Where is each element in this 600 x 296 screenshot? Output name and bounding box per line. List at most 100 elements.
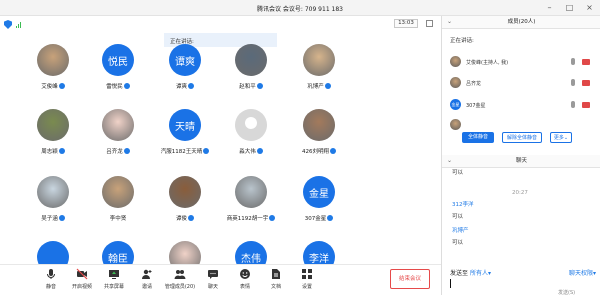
member-row[interactable]: 艾俊峰(主持人, 我) [447, 56, 597, 70]
close-icon[interactable]: × [585, 3, 594, 12]
participant-name: 李中贤 [109, 216, 127, 222]
members-speaking-label: 正在讲话: [450, 38, 474, 44]
maximize-icon[interactable]: □ [565, 3, 574, 12]
toolbar-button-label: 聊天 [207, 284, 218, 290]
toolbar-button[interactable]: 共享屏幕 [98, 268, 130, 294]
chat-permission-dropdown[interactable]: 聊天权限▾ [569, 268, 596, 277]
minimize-icon[interactable]: – [545, 3, 554, 12]
participant-tile[interactable]: 426刘明翔 [284, 109, 354, 167]
fullscreen-icon[interactable] [426, 20, 433, 27]
participant-avatar: 金星 [303, 176, 335, 208]
participant-avatar [37, 44, 69, 76]
participant-tile[interactable]: 金星 307金星 [284, 176, 354, 234]
participant-tile[interactable]: 吕齐龙 [83, 109, 153, 167]
participant-name: 汽服1182王天晴 [150, 147, 220, 155]
participant-tile[interactable]: 李洋 [284, 241, 354, 264]
microphone-icon [256, 83, 263, 89]
participant-name: 淼大伟 [216, 147, 286, 155]
participant-tile[interactable]: 李中贤 [83, 176, 153, 234]
toolbar-button[interactable]: 聊天 [197, 268, 229, 294]
toolbar-button[interactable]: 文档 [260, 268, 292, 294]
participant-avatar [303, 44, 335, 76]
participant-tile[interactable]: 杰伟 [216, 241, 286, 264]
chat-message: 可以 [452, 170, 464, 176]
chat-message: 可以 [452, 214, 464, 220]
send-to-select[interactable]: 所有人▾ [470, 270, 491, 277]
microphone-icon [330, 148, 336, 154]
member-camera-off-icon[interactable] [582, 80, 590, 86]
video-camera-icon [66, 268, 98, 280]
participant-tile[interactable] [150, 241, 220, 264]
microphone-icon [58, 148, 65, 154]
member-microphone-icon[interactable] [571, 79, 575, 86]
toolbar-button[interactable]: 表情 [229, 268, 261, 294]
participant-avatar [235, 176, 267, 208]
microphone-icon [123, 148, 130, 154]
participant-tile[interactable]: 巩博产 [284, 44, 354, 102]
member-microphone-icon[interactable] [571, 58, 575, 65]
participant-name: 吕齐龙 [83, 147, 153, 155]
settings-icon [291, 268, 323, 280]
member-name: 307金星 [466, 103, 486, 109]
toolbar-button[interactable]: 邀请 [131, 268, 163, 294]
participant-name: 艾俊峰 [18, 82, 88, 90]
meeting-toolbar: 静音 开启视频 共享屏幕 邀请 管理成员(20) 聊天 表情 文档 设置 结束会议 [0, 264, 441, 295]
end-meeting-button[interactable]: 结束会议 [390, 269, 430, 289]
participant-tile[interactable]: 淼大伟 [216, 109, 286, 167]
unmute-all-button[interactable]: 解除全体静音 [502, 132, 542, 143]
member-actions: 全体静音 解除全体静音 更多⌄ [442, 132, 600, 146]
participant-tile[interactable]: 谭俊 [150, 176, 220, 234]
participant-tile[interactable]: 艾俊峰 [18, 44, 88, 102]
toolbar-button[interactable]: 设置 [291, 268, 323, 294]
participant-tile[interactable] [18, 241, 88, 264]
toolbar-button[interactable]: 静音 [35, 268, 67, 294]
participant-tile[interactable]: 谭爽 谭爽 [150, 44, 220, 102]
window-title: 腾讯会议 会议号: 709 911 183 [256, 6, 343, 13]
participant-avatar [235, 109, 267, 141]
chat-icon [197, 268, 229, 280]
participant-tile[interactable]: 翰臣 [83, 241, 153, 264]
member-camera-off-icon[interactable] [582, 102, 590, 108]
toolbar-button[interactable]: 管理成员(20) [164, 268, 196, 294]
member-name: 吕齐龙 [466, 81, 482, 87]
member-avatar [450, 56, 461, 67]
share-screen-icon [98, 268, 130, 280]
participant-avatar [303, 109, 335, 141]
participant-name: 吴子涵 [18, 214, 88, 222]
collapse-chevron-icon[interactable]: ⌄ [447, 16, 452, 28]
member-name: 艾俊峰(主持人, 我) [466, 60, 509, 66]
participant-avatar: 翰臣 [102, 241, 134, 264]
security-shield-icon[interactable] [4, 20, 12, 29]
participant-name: 赵和平 [216, 82, 286, 90]
participant-tile[interactable]: 赵和平 [216, 44, 286, 102]
chat-timestamp: 20:27 [512, 190, 528, 196]
member-camera-off-icon[interactable] [582, 59, 590, 65]
member-avatar [450, 77, 461, 88]
text-caret [450, 279, 451, 288]
participant-name: 周志颖 [18, 147, 88, 155]
participant-tile[interactable]: 商英1192胡一宇 [216, 176, 286, 234]
member-row[interactable] [447, 119, 597, 133]
participant-avatar [37, 109, 69, 141]
chat-input[interactable] [448, 278, 598, 294]
toolbar-button-label: 管理成员(20) [164, 284, 196, 290]
participant-tile[interactable]: 吴子涵 [18, 176, 88, 234]
send-to-label: 发送至 [450, 270, 469, 277]
participant-name: 商英1192胡一宇 [216, 214, 286, 222]
member-row[interactable]: 吕齐龙 [447, 77, 597, 91]
collapse-chevron-icon[interactable]: ⌄ [447, 155, 452, 167]
more-button[interactable]: 更多⌄ [550, 132, 572, 143]
microphone-icon [188, 215, 194, 221]
member-row[interactable]: 金星 307金星 [447, 99, 597, 113]
meeting-area: 13:03 正在讲话: 艾俊峰 悦民 雷悦民 谭爽 谭爽 赵和平 巩博产 周志颖 吕齐龙 天晴 汽服… [0, 16, 441, 264]
signal-icon[interactable] [16, 21, 22, 28]
member-microphone-icon[interactable] [571, 101, 575, 108]
side-panel: ⌄ 成员(20人) 正在讲话: 艾俊峰(主持人, 我) 吕齐龙 金星 307金星 全体… [441, 16, 600, 296]
participant-tile[interactable]: 周志颖 [18, 109, 88, 167]
participant-tile[interactable]: 悦民 雷悦民 [83, 44, 153, 102]
participant-avatar: 杰伟 [235, 241, 267, 264]
mute-all-button[interactable]: 全体静音 [462, 132, 494, 143]
participant-tile[interactable]: 天晴 汽服1182王天晴 [150, 109, 220, 167]
chat-panel-title: 聊天 [515, 158, 527, 164]
toolbar-button[interactable]: 开启视频 [66, 268, 98, 294]
